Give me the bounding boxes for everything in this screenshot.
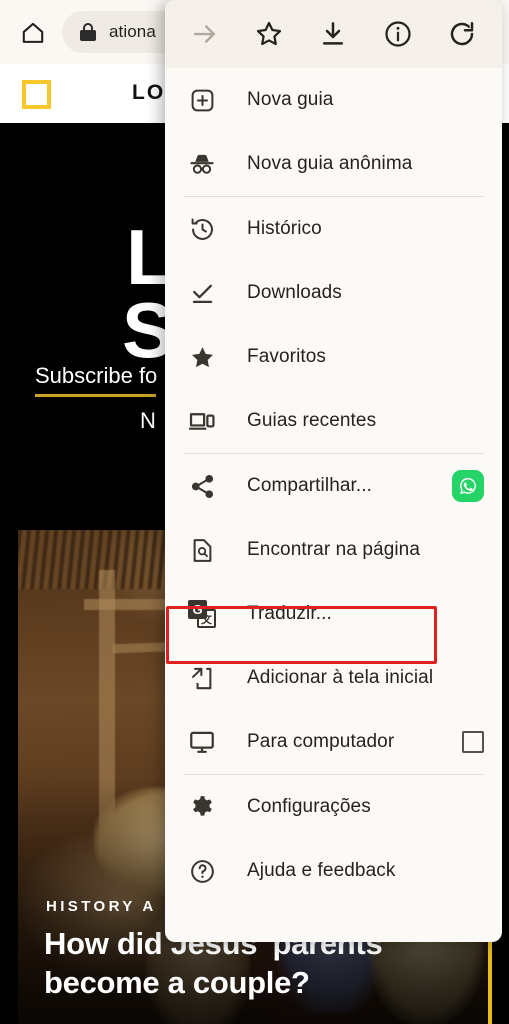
- home-icon[interactable]: [14, 14, 52, 52]
- article-kicker: HISTORY A: [46, 898, 157, 915]
- menu-item-label: Favoritos: [247, 346, 327, 367]
- menu-item-label: Guias recentes: [247, 410, 377, 431]
- hero-subscribe-link[interactable]: Subscribe fo: [35, 363, 157, 393]
- menu-items-list: Nova guia Nova guia anônima Histórico Do…: [165, 68, 502, 942]
- desktop-monitor-icon: [187, 727, 217, 757]
- site-wordmark: LO: [132, 81, 166, 104]
- menu-item-label: Histórico: [247, 218, 322, 239]
- share-target-whatsapp[interactable]: [452, 470, 484, 502]
- menu-item-translate[interactable]: 文 G Traduzir...: [165, 582, 502, 646]
- menu-item-label: Compartilhar...: [247, 475, 373, 496]
- download-button[interactable]: [309, 10, 357, 58]
- downloads-check-icon: [187, 278, 217, 308]
- menu-item-label: Adicionar à tela inicial: [247, 667, 434, 688]
- lock-icon: [80, 23, 96, 41]
- star-filled-icon: [187, 342, 217, 372]
- new-tab-icon: [187, 85, 217, 115]
- browser-overflow-menu: Nova guia Nova guia anônima Histórico Do…: [165, 0, 502, 942]
- checkbox-unchecked-icon: [462, 731, 484, 753]
- whatsapp-icon: [452, 470, 484, 502]
- bookmark-button[interactable]: [245, 10, 293, 58]
- menu-item-label: Configurações: [247, 796, 371, 817]
- natgeo-logo-icon: [22, 80, 51, 109]
- menu-item-label: Para computador: [247, 731, 395, 752]
- share-icon: [187, 471, 217, 501]
- menu-item-add-to-home-screen[interactable]: Adicionar à tela inicial: [165, 646, 502, 710]
- menu-item-share[interactable]: Compartilhar...: [165, 454, 502, 518]
- menu-item-label: Nova guia: [247, 89, 334, 110]
- menu-item-downloads[interactable]: Downloads: [165, 261, 502, 325]
- add-to-home-icon: [187, 663, 217, 693]
- screen-root: ationa LO L S Subscribe fo N HISTORY A H…: [0, 0, 509, 1024]
- menu-item-help-and-feedback[interactable]: Ajuda e feedback: [165, 839, 502, 903]
- menu-item-bookmarks[interactable]: Favoritos: [165, 325, 502, 389]
- menu-item-label: Downloads: [247, 282, 342, 303]
- forward-button[interactable]: [181, 10, 229, 58]
- menu-item-label: Ajuda e feedback: [247, 860, 396, 881]
- page-info-button[interactable]: [374, 10, 422, 58]
- history-icon: [187, 214, 217, 244]
- hero-subscribe-underline: [35, 394, 156, 397]
- recent-tabs-icon: [187, 406, 217, 436]
- hero-subscribe-line2: N: [140, 408, 156, 433]
- menu-item-label: Traduzir...: [247, 603, 332, 624]
- desktop-site-checkbox[interactable]: [462, 731, 484, 753]
- menu-item-label: Encontrar na página: [247, 539, 421, 560]
- menu-quick-actions-toolbar: [165, 0, 502, 68]
- reload-button[interactable]: [438, 10, 486, 58]
- menu-item-find-in-page[interactable]: Encontrar na página: [165, 518, 502, 582]
- gear-icon: [187, 792, 217, 822]
- menu-item-recent-tabs[interactable]: Guias recentes: [165, 389, 502, 453]
- find-in-page-icon: [187, 535, 217, 565]
- incognito-icon: [187, 149, 217, 179]
- menu-item-new-incognito-tab[interactable]: Nova guia anônima: [165, 132, 502, 196]
- menu-item-new-tab[interactable]: Nova guia: [165, 68, 502, 132]
- menu-item-settings[interactable]: Configurações: [165, 775, 502, 839]
- menu-item-desktop-site[interactable]: Para computador: [165, 710, 502, 774]
- menu-item-label: Nova guia anônima: [247, 153, 413, 174]
- address-bar-url: ationa: [109, 22, 156, 41]
- menu-item-history[interactable]: Histórico: [165, 197, 502, 261]
- google-translate-icon: 文 G: [187, 599, 217, 629]
- help-circle-icon: [187, 856, 217, 886]
